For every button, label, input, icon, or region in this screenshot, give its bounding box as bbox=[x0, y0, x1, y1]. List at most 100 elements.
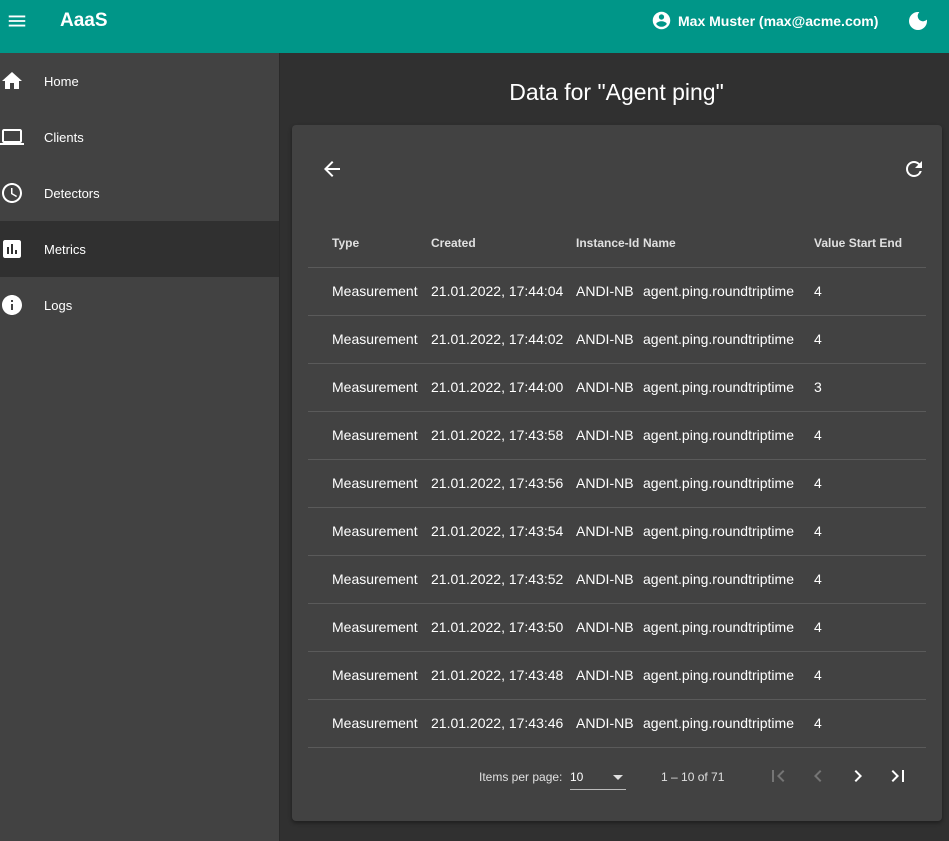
table-row[interactable]: Measurement 21.01.2022, 17:43:56 ANDI-NB ag… bbox=[308, 459, 926, 508]
sidebar-item-detectors[interactable]: Detectors bbox=[0, 165, 279, 221]
cell-created: 21.01.2022, 17:43:52 bbox=[431, 555, 576, 604]
cell-created: 21.01.2022, 17:43:46 bbox=[431, 699, 576, 748]
laptop-icon bbox=[0, 129, 24, 145]
first-page-button[interactable] bbox=[766, 764, 790, 788]
arrow-back-icon bbox=[324, 161, 340, 177]
cell-created: 21.01.2022, 17:44:00 bbox=[431, 363, 576, 412]
cell-value: 4 bbox=[814, 651, 926, 700]
cell-name: agent.ping.roundtriptime bbox=[643, 555, 814, 604]
cell-instance: ANDI-NB bbox=[576, 315, 643, 364]
cell-type: Measurement bbox=[308, 363, 431, 412]
cell-instance: ANDI-NB bbox=[576, 411, 643, 460]
top-toolbar: AaaS Max Muster (max@acme.com) bbox=[0, 0, 949, 53]
page-title: Data for "Agent ping" bbox=[509, 79, 724, 105]
column-header-type[interactable]: Type bbox=[308, 220, 431, 268]
table-body: Measurement 21.01.2022, 17:44:04 ANDI-NB ag… bbox=[308, 267, 926, 748]
user-name: Max Muster (max@acme.com) bbox=[678, 12, 879, 29]
paginator: Items per page: 10 1 – 10 of 71 bbox=[292, 760, 942, 800]
cell-instance: ANDI-NB bbox=[576, 603, 643, 652]
cell-created: 21.01.2022, 17:44:02 bbox=[431, 315, 576, 364]
sidebar-item-label: Metrics bbox=[44, 241, 86, 257]
cell-type: Measurement bbox=[308, 651, 431, 700]
items-per-page-select[interactable]: 10 bbox=[570, 762, 626, 790]
bar-chart-icon bbox=[3, 240, 21, 258]
table-header-row: Type Created Instance-Id Name Value Star… bbox=[308, 220, 926, 268]
next-page-button[interactable] bbox=[846, 764, 870, 788]
table-row[interactable]: Measurement 21.01.2022, 17:43:58 ANDI-NB ag… bbox=[308, 411, 926, 460]
cell-created: 21.01.2022, 17:44:04 bbox=[431, 267, 576, 316]
cell-instance: ANDI-NB bbox=[576, 459, 643, 508]
user-menu[interactable]: Max Muster (max@acme.com) bbox=[651, 10, 878, 31]
table-row[interactable]: Measurement 21.01.2022, 17:44:04 ANDI-NB ag… bbox=[308, 267, 926, 316]
sidebar-item-home[interactable]: Home bbox=[0, 53, 279, 109]
cell-name: agent.ping.roundtriptime bbox=[643, 651, 814, 700]
cell-instance: ANDI-NB bbox=[576, 507, 643, 556]
cell-name: agent.ping.roundtriptime bbox=[643, 699, 814, 748]
page-range-label: 1 – 10 of 71 bbox=[661, 770, 725, 784]
data-table: Type Created Instance-Id Name Value Star… bbox=[308, 220, 926, 748]
cell-created: 21.01.2022, 17:43:50 bbox=[431, 603, 576, 652]
cell-instance: ANDI-NB bbox=[576, 699, 643, 748]
cell-value: 4 bbox=[814, 315, 926, 364]
sidebar-item-clients[interactable]: Clients bbox=[0, 109, 279, 165]
last-page-button[interactable] bbox=[886, 764, 910, 788]
table-row[interactable]: Measurement 21.01.2022, 17:43:48 ANDI-NB ag… bbox=[308, 651, 926, 700]
cell-type: Measurement bbox=[308, 267, 431, 316]
cell-type: Measurement bbox=[308, 315, 431, 364]
menu-button[interactable] bbox=[4, 8, 30, 34]
table-row[interactable]: Measurement 21.01.2022, 17:43:54 ANDI-NB ag… bbox=[308, 507, 926, 556]
cell-value: 4 bbox=[814, 699, 926, 748]
cell-name: agent.ping.roundtriptime bbox=[643, 411, 814, 460]
back-button[interactable] bbox=[320, 157, 344, 181]
sidebar-item-label: Home bbox=[44, 73, 79, 89]
column-header-created[interactable]: Created bbox=[431, 220, 576, 268]
cell-name: agent.ping.roundtriptime bbox=[643, 267, 814, 316]
cell-type: Measurement bbox=[308, 507, 431, 556]
info-icon bbox=[2, 295, 22, 315]
cell-value: 4 bbox=[814, 555, 926, 604]
refresh-icon bbox=[906, 161, 922, 177]
account-circle-icon bbox=[652, 11, 671, 30]
cell-created: 21.01.2022, 17:43:58 bbox=[431, 411, 576, 460]
cell-instance: ANDI-NB bbox=[576, 267, 643, 316]
cell-value: 4 bbox=[814, 603, 926, 652]
cell-name: agent.ping.roundtriptime bbox=[643, 315, 814, 364]
sidebar-item-logs[interactable]: Logs bbox=[0, 277, 279, 333]
dark-mode-toggle[interactable] bbox=[906, 9, 930, 33]
previous-page-button[interactable] bbox=[806, 764, 830, 788]
cell-name: agent.ping.roundtriptime bbox=[643, 507, 814, 556]
last-page-icon bbox=[891, 770, 904, 782]
cell-name: agent.ping.roundtriptime bbox=[643, 459, 814, 508]
home-icon bbox=[2, 72, 22, 89]
items-per-page-value: 10 bbox=[570, 770, 584, 784]
cell-type: Measurement bbox=[308, 699, 431, 748]
cell-instance: ANDI-NB bbox=[576, 651, 643, 700]
column-header-instance-id[interactable]: Instance-Id bbox=[576, 220, 643, 268]
cell-type: Measurement bbox=[308, 603, 431, 652]
cell-value: 4 bbox=[814, 459, 926, 508]
cell-type: Measurement bbox=[308, 555, 431, 604]
cell-value: 4 bbox=[814, 267, 926, 316]
cell-name: agent.ping.roundtriptime bbox=[643, 603, 814, 652]
cell-type: Measurement bbox=[308, 411, 431, 460]
sidebar-item-label: Logs bbox=[44, 297, 73, 313]
moon-icon bbox=[909, 12, 927, 30]
column-header-name[interactable]: Name bbox=[643, 220, 814, 268]
cell-value: 3 bbox=[814, 363, 926, 412]
items-per-page-label: Items per page: bbox=[479, 770, 563, 784]
column-header-value[interactable]: Value Start End bbox=[814, 220, 926, 268]
refresh-button[interactable] bbox=[902, 157, 926, 181]
table-row[interactable]: Measurement 21.01.2022, 17:43:50 ANDI-NB ag… bbox=[308, 603, 926, 652]
table-row[interactable]: Measurement 21.01.2022, 17:43:52 ANDI-NB ag… bbox=[308, 555, 926, 604]
cell-instance: ANDI-NB bbox=[576, 363, 643, 412]
table-row[interactable]: Measurement 21.01.2022, 17:44:02 ANDI-NB ag… bbox=[308, 315, 926, 364]
first-page-icon bbox=[772, 770, 785, 782]
cell-value: 4 bbox=[814, 507, 926, 556]
cell-type: Measurement bbox=[308, 459, 431, 508]
cell-value: 4 bbox=[814, 411, 926, 460]
data-card: Type Created Instance-Id Name Value Star… bbox=[292, 125, 942, 821]
cell-instance: ANDI-NB bbox=[576, 555, 643, 604]
table-row[interactable]: Measurement 21.01.2022, 17:43:46 ANDI-NB ag… bbox=[308, 699, 926, 748]
sidebar-item-metrics[interactable]: Metrics bbox=[0, 221, 279, 277]
table-row[interactable]: Measurement 21.01.2022, 17:44:00 ANDI-NB ag… bbox=[308, 363, 926, 412]
